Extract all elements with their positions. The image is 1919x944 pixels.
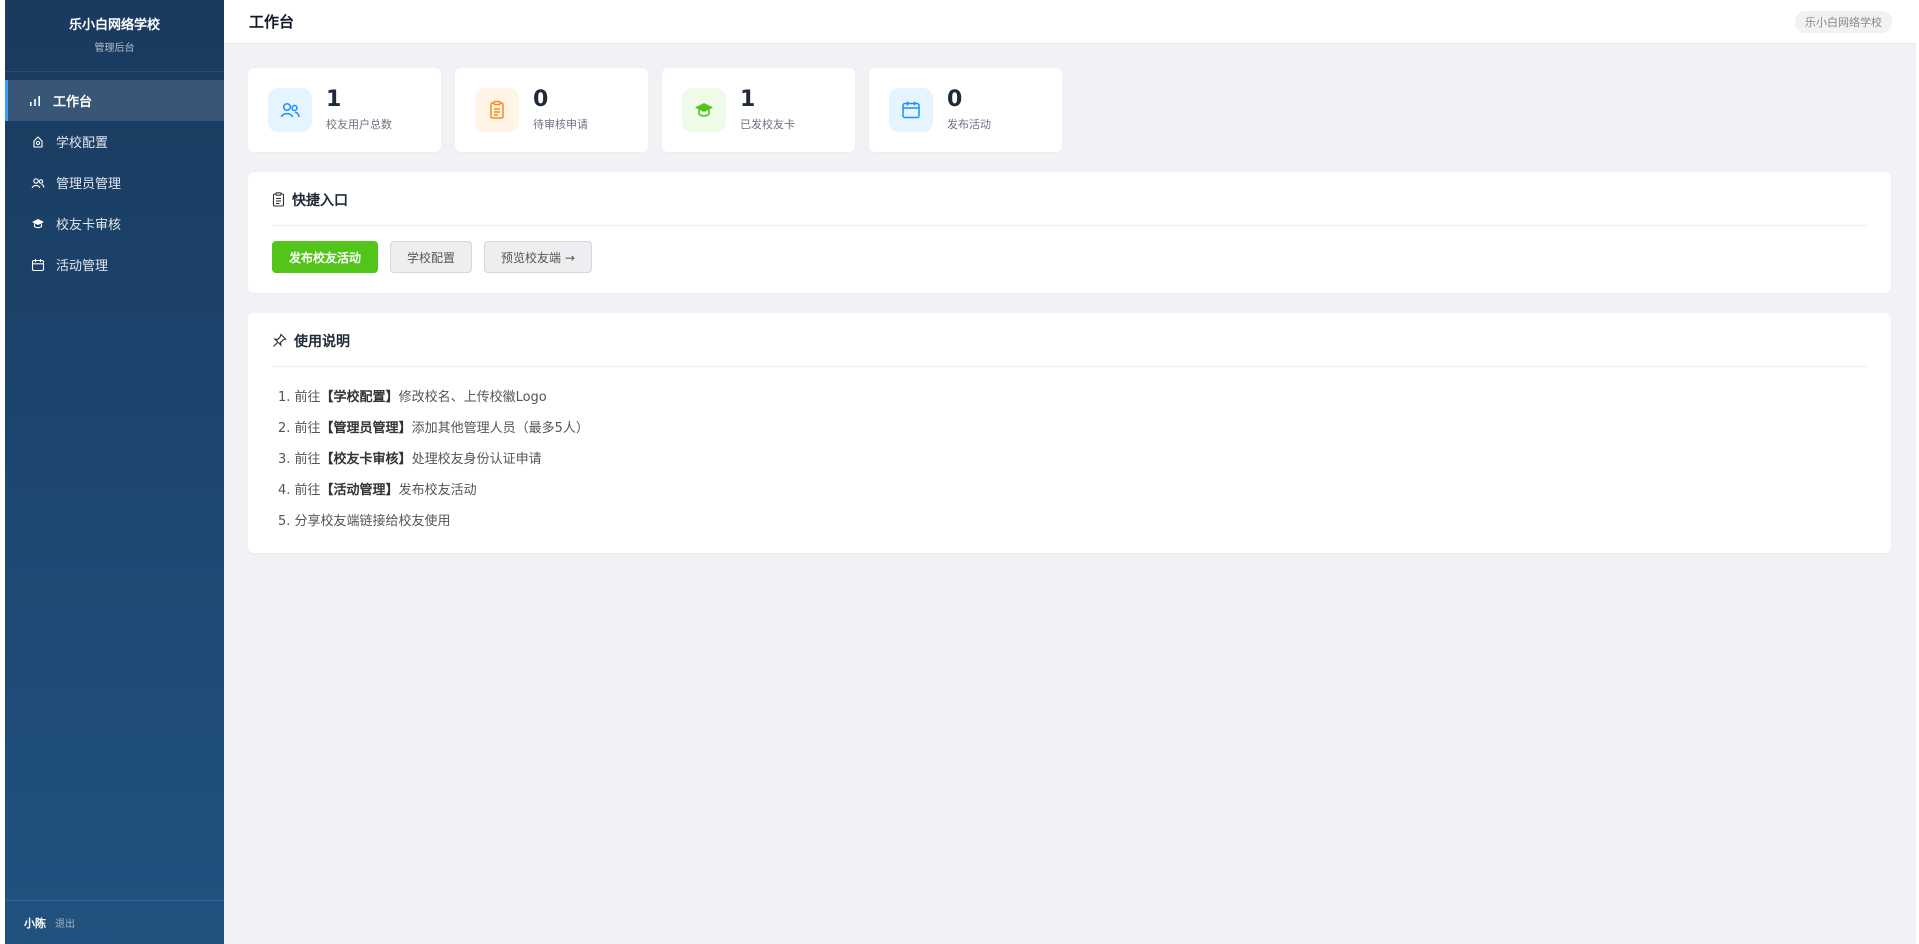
panel-header: 使用说明 — [272, 313, 1867, 367]
sidebar-nav: 工作台 学校配置 管理员管理 校友卡审核 活动管理 — [5, 80, 224, 285]
usage-guide-panel: 使用说明 1. 前往【学校配置】修改校名、上传校徽Logo 2. 前往【管理员管… — [248, 313, 1891, 553]
panel-header: 快捷入口 — [272, 172, 1867, 226]
list-item: 1. 前往【学校配置】修改校名、上传校徽Logo — [278, 390, 547, 405]
brand-title: 乐小白网络学校 — [68, 18, 160, 33]
pin-icon — [272, 333, 287, 348]
sidebar-item-alumni-card-review[interactable]: 校友卡审核 — [5, 203, 224, 244]
page-title: 工作台 — [249, 13, 295, 31]
panel-title: 快捷入口 — [292, 192, 348, 209]
stat-value: 1 — [740, 87, 756, 113]
sidebar-item-dashboard[interactable]: 工作台 — [5, 80, 224, 121]
school-name-badge: 乐小白网络学校 — [1795, 10, 1892, 33]
sidebar-footer: 小陈 退出 — [5, 900, 224, 944]
list-item: 2. 前往【管理员管理】添加其他管理人员（最多5人） — [278, 421, 589, 436]
clipboard-icon — [272, 192, 285, 207]
logout-link[interactable]: 退出 — [55, 915, 75, 930]
preview-alumni-site-button[interactable]: 预览校友端 → — [484, 241, 592, 273]
bar-chart-icon — [27, 93, 43, 109]
stat-card-issued-cards: 1 已发校友卡 — [662, 68, 855, 152]
users-icon — [268, 88, 312, 132]
sidebar-item-label: 工作台 — [53, 95, 93, 110]
sidebar-item-label: 活动管理 — [56, 259, 109, 274]
sidebar-item-label: 管理员管理 — [56, 177, 122, 192]
sidebar-item-school-config[interactable]: 学校配置 — [5, 121, 224, 162]
calendar-icon — [30, 257, 46, 273]
stat-value: 0 — [533, 87, 549, 113]
stat-card-published-activities: 0 发布活动 — [869, 68, 1062, 152]
stat-label: 待审核申请 — [533, 117, 588, 131]
main-content: 工作台 乐小白网络学校 1 校友用户总数 0 待审核申请 1 已发校友卡 0 发… — [224, 0, 1916, 944]
list-item: 4. 前往【活动管理】发布校友活动 — [278, 483, 477, 498]
stat-card-pending-applications: 0 待审核申请 — [455, 68, 648, 152]
sidebar-item-activity-management[interactable]: 活动管理 — [5, 244, 224, 285]
topbar: 工作台 乐小白网络学校 — [224, 0, 1916, 44]
sidebar-item-label: 学校配置 — [56, 136, 109, 151]
current-user-name: 小陈 — [24, 916, 46, 930]
school-config-button[interactable]: 学校配置 — [390, 241, 473, 273]
sidebar-item-admin-management[interactable]: 管理员管理 — [5, 162, 224, 203]
users-icon — [30, 175, 46, 191]
quick-access-panel: 快捷入口 发布校友活动 学校配置 预览校友端 → — [248, 172, 1891, 293]
publish-activity-button[interactable]: 发布校友活动 — [272, 241, 379, 273]
panel-title: 使用说明 — [294, 333, 350, 350]
list-item: 3. 前往【校友卡审核】处理校友身份认证申请 — [278, 452, 542, 467]
calendar-icon — [889, 88, 933, 132]
quick-actions: 发布校友活动 学校配置 预览校友端 → — [272, 226, 1867, 293]
brand: 乐小白网络学校 管理后台 — [5, 0, 224, 72]
stat-label: 已发校友卡 — [740, 117, 795, 131]
sidebar: 乐小白网络学校 管理后台 工作台 学校配置 管理员管理 校友卡审核 活动管理 小… — [5, 0, 224, 944]
brand-subtitle: 管理后台 — [94, 43, 135, 54]
usage-steps-list: 1. 前往【学校配置】修改校名、上传校徽Logo 2. 前往【管理员管理】添加其… — [272, 367, 1867, 553]
stat-label: 校友用户总数 — [326, 117, 392, 131]
sidebar-item-label: 校友卡审核 — [56, 218, 122, 233]
list-item: 5. 分享校友端链接给校友使用 — [278, 514, 451, 529]
stat-value: 1 — [326, 87, 342, 113]
stat-label: 发布活动 — [947, 117, 991, 131]
stat-value: 0 — [947, 87, 963, 113]
stat-card-alumni-users: 1 校友用户总数 — [248, 68, 441, 152]
graduation-cap-icon — [30, 216, 46, 232]
school-config-icon — [30, 134, 46, 150]
clipboard-icon — [475, 88, 519, 132]
graduation-cap-icon — [682, 88, 726, 132]
stats-row: 1 校友用户总数 0 待审核申请 1 已发校友卡 0 发布活动 — [248, 68, 1916, 152]
